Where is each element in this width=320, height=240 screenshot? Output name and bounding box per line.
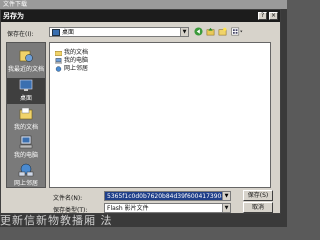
up-folder-icon[interactable] [206, 27, 215, 36]
save-in-label: 保存在(I): [7, 31, 34, 38]
new-folder-icon[interactable] [218, 27, 227, 36]
places-bar: 我最近的文档 桌面 我的文档 我的电脑 网上邻居 [6, 42, 46, 188]
save-in-dropdown[interactable]: 桌面 ▼ [49, 27, 189, 37]
list-item[interactable]: 网上邻居 [55, 63, 88, 72]
filetype-dropdown[interactable]: Flash 影片文件 ▼ [104, 203, 231, 213]
save-as-dialog: 另存为 ? × 保存在(I): 桌面 ▼ 我最近的文档 桌面 我的文档 我的电脑 [0, 9, 281, 214]
help-button[interactable]: ? [258, 12, 267, 20]
sidebar-item-my-computer[interactable]: 我的电脑 [7, 135, 45, 159]
filetype-value: Flash 影片文件 [107, 205, 149, 212]
network-places-icon [18, 163, 34, 177]
desktop-small-icon [52, 29, 60, 36]
file-list[interactable]: 我的文档 我的电脑 网上邻居 [49, 42, 271, 188]
sidebar-item-network[interactable]: 网上邻居 [7, 163, 45, 187]
background-window-edge [281, 9, 287, 214]
sidebar-item-my-documents[interactable]: 我的文档 [7, 107, 45, 131]
close-button[interactable]: × [269, 12, 278, 20]
filename-field[interactable]: 5365f1c0d0b7620b84d39f6004173908 ▼ [104, 191, 231, 201]
dialog-title: 另存为 [3, 12, 24, 20]
sidebar-item-desktop[interactable]: 桌面 [7, 78, 45, 104]
cancel-button[interactable]: 取消 [243, 202, 273, 213]
desktop-icon [19, 79, 33, 91]
my-computer-icon [19, 135, 33, 149]
background-page-text: 更新信新物教播厢 法 [0, 214, 287, 227]
back-icon[interactable] [194, 27, 203, 36]
view-menu-icon[interactable] [230, 27, 244, 36]
sidebar-item-recent[interactable]: 我最近的文档 [7, 49, 45, 73]
filename-label: 文件名(N): [53, 195, 83, 202]
save-button[interactable]: 保存(S) [243, 190, 273, 201]
filetype-label: 保存类型(T): [53, 207, 88, 214]
chevron-down-icon[interactable]: ▼ [222, 204, 230, 212]
save-in-value: 桌面 [62, 29, 75, 36]
recent-docs-icon [19, 50, 33, 62]
my-documents-icon [19, 107, 33, 120]
dialog-title-bar: 另存为 [1, 10, 280, 22]
network-icon [55, 65, 62, 72]
chevron-down-icon[interactable]: ▼ [222, 192, 230, 200]
chevron-down-icon[interactable]: ▼ [180, 28, 188, 36]
background-window-title: 文件下载 [0, 0, 287, 9]
filename-value: 5365f1c0d0b7620b84d39f6004173908 [107, 193, 226, 200]
